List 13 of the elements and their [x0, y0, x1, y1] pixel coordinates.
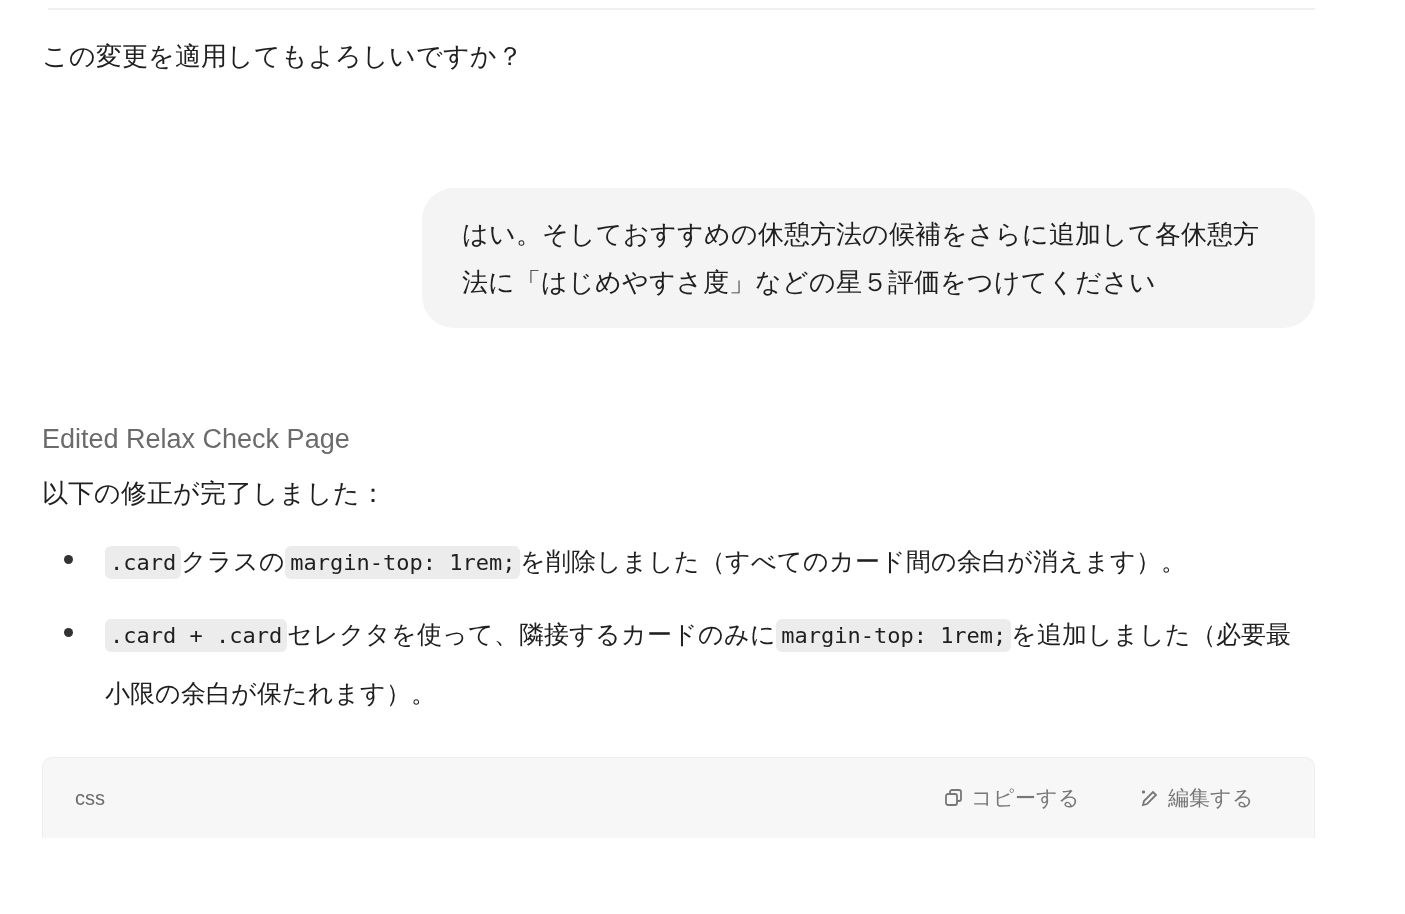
bullet-dot: [64, 628, 73, 637]
assistant-message: この変更を適用してもよろしいですか？: [42, 40, 524, 73]
pencil-icon: [1140, 788, 1160, 808]
bullet-text: .card + .card セレクタを使って、隣接するカードのみに margin-top: 1rem; を追加しました（必要最小限の余白が保たれます）。: [105, 618, 1293, 710]
user-message-bubble: はい。そしておすすめの休憩方法の候補をさらに追加して各休憩方法に「はじめやすさ度」などの星５評価をつけてください: [422, 188, 1315, 328]
copy-icon: [945, 789, 963, 807]
summary-text: 以下の修正が完了しました：: [42, 477, 387, 510]
bullet-text: .card クラスの margin-top: 1rem; を削除しました（すべてのカード間の余白が消えます）。: [105, 533, 1187, 592]
code-language-label: css: [75, 786, 105, 810]
bullet-dot: [64, 555, 73, 564]
edit-status-label: Edited Relax Check Page: [42, 424, 351, 455]
copy-button[interactable]: コピーする: [945, 784, 1080, 812]
edit-button[interactable]: 編集する: [1140, 784, 1254, 812]
